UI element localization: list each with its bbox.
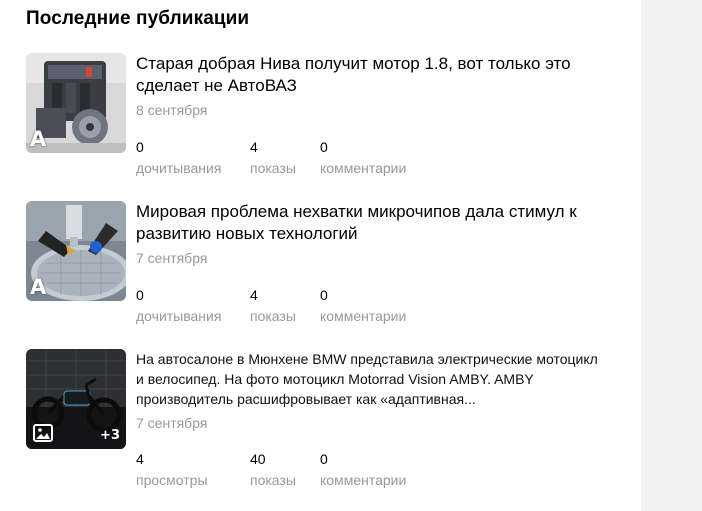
stat-impressions: 4 показы <box>250 138 296 178</box>
stat-value: 0 <box>320 451 328 467</box>
stat-value: 0 <box>136 287 144 303</box>
publications-panel: Последние публикации A Старая добрая Нив… <box>0 0 641 511</box>
stat-value: 40 <box>250 451 266 467</box>
stat-impressions: 4 показы <box>250 286 296 326</box>
stat-comments: 0 комментарии <box>320 450 406 490</box>
stat-value: 4 <box>136 451 144 467</box>
stat-label: дочитывания <box>136 160 222 176</box>
stat-read-through: 0 дочитывания <box>136 138 221 178</box>
stat-value: 4 <box>250 139 258 155</box>
stat-label: показы <box>250 308 296 324</box>
stat-impressions: 40 показы <box>250 450 296 490</box>
stat-label: просмотры <box>136 472 208 488</box>
publication-thumbnail[interactable]: A <box>26 53 126 153</box>
publication-thumbnail[interactable]: A <box>26 201 126 301</box>
publication-thumbnail[interactable]: +3 <box>26 349 126 449</box>
section-title: Последние публикации <box>26 8 250 29</box>
publication-item[interactable]: A Старая добрая Нива получит мотор 1.8, … <box>26 53 626 183</box>
stat-label: комментарии <box>320 160 407 176</box>
stat-views: 4 просмотры <box>136 450 208 490</box>
publication-snippet[interactable]: На автосалоне в Мюнхене BMW представила … <box>136 349 606 409</box>
channel-badge: A <box>30 127 47 151</box>
publication-title[interactable]: Старая добрая Нива получит мотор 1.8, во… <box>136 53 616 97</box>
channel-badge: A <box>30 275 47 299</box>
stat-value: 0 <box>320 139 328 155</box>
stat-label: дочитывания <box>136 308 222 324</box>
publication-item[interactable]: +3 На автосалоне в Мюнхене BMW представи… <box>26 349 626 488</box>
publication-title[interactable]: Мировая проблема нехватки микрочипов дал… <box>136 201 616 245</box>
gallery-count: +3 <box>100 428 120 443</box>
publication-date: 7 сентября <box>136 415 208 431</box>
stat-label: комментарии <box>320 472 407 488</box>
stat-value: 0 <box>136 139 144 155</box>
stat-label: показы <box>250 160 296 176</box>
publication-date: 7 сентября <box>136 250 208 266</box>
stat-value: 0 <box>320 287 328 303</box>
stat-comments: 0 комментарии <box>320 286 406 326</box>
stat-read-through: 0 дочитывания <box>136 286 221 326</box>
publication-item[interactable]: A Мировая проблема нехватки микрочипов д… <box>26 201 626 331</box>
stat-label: комментарии <box>320 308 407 324</box>
stat-comments: 0 комментарии <box>320 138 406 178</box>
stat-value: 4 <box>250 287 258 303</box>
publication-date: 8 сентября <box>136 102 208 118</box>
gallery-icon <box>33 424 53 442</box>
stat-label: показы <box>250 472 296 488</box>
